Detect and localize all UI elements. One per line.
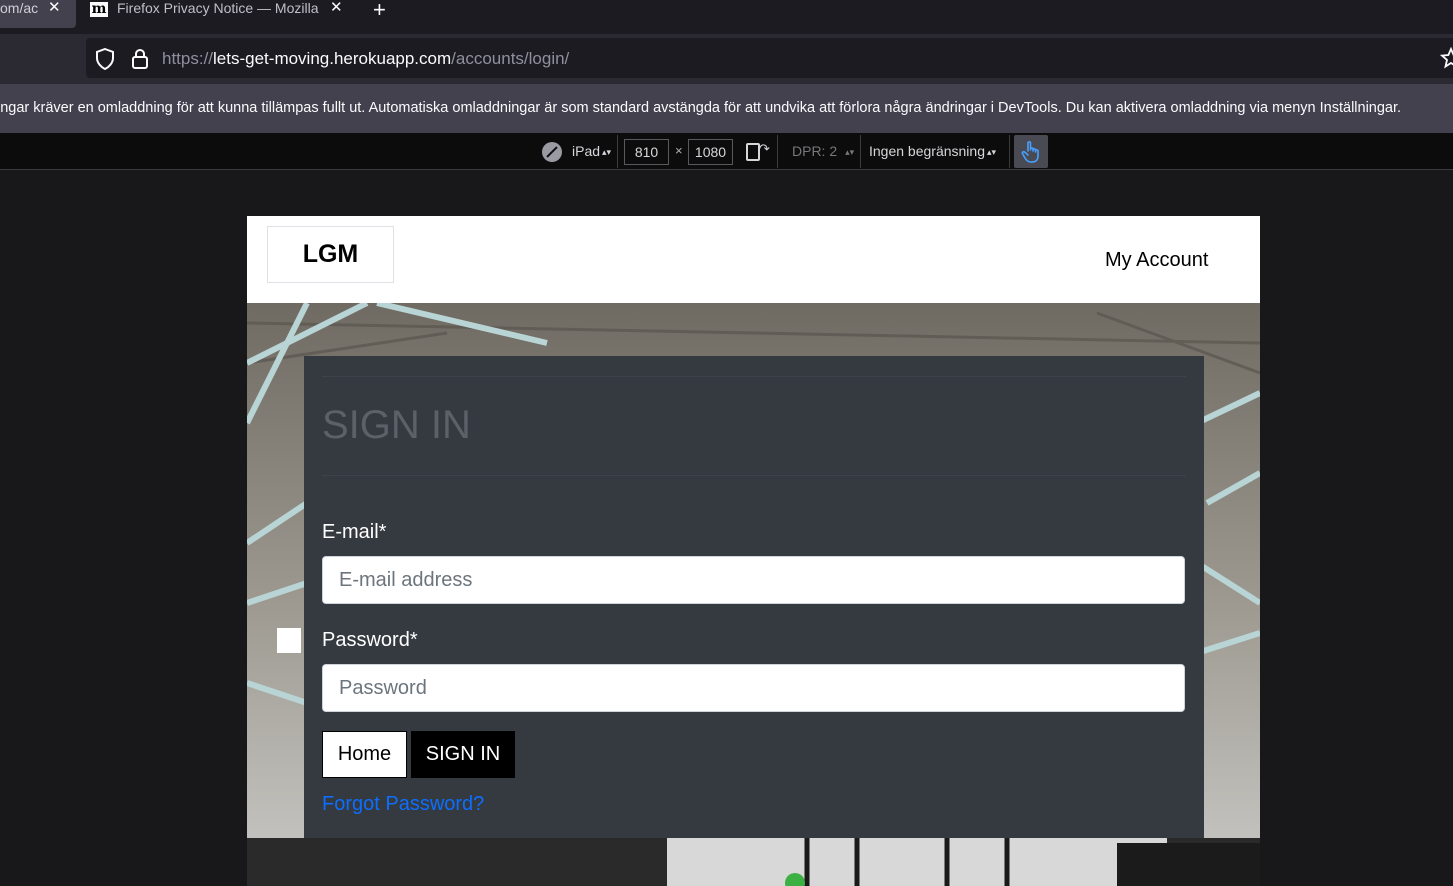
divider <box>617 135 618 168</box>
dimension-separator: × <box>675 143 683 158</box>
chevron-updown-icon: ▴▾ <box>845 147 855 157</box>
my-account-link[interactable]: My Account <box>1105 249 1208 272</box>
mozilla-favicon-icon: m <box>90 1 108 17</box>
throttle-value: Ingen begränsning <box>869 143 985 159</box>
device-name: iPad <box>572 143 601 159</box>
tab-title: om/ac <box>0 0 39 16</box>
rotate-viewport-icon[interactable] <box>746 141 770 161</box>
url-path: /accounts/login/ <box>451 49 570 68</box>
divider <box>1009 135 1010 168</box>
chevron-updown-icon: ▴▾ <box>987 147 997 157</box>
site-header: LGM My Account <box>247 216 1260 303</box>
divider <box>860 135 861 168</box>
password-field[interactable]: Password <box>322 664 1185 712</box>
touch-simulation-button[interactable] <box>1014 135 1048 168</box>
chevron-updown-icon: ▴▾ <box>602 147 612 157</box>
password-label: Password* <box>322 629 418 651</box>
navigation-toolbar: https://lets-get-moving.herokuapp.com/ac… <box>0 34 1453 84</box>
height-input[interactable]: 1080 <box>688 139 733 165</box>
tab-firefox-privacy[interactable]: m Firefox Privacy Notice — Mozilla ✕ <box>90 0 350 28</box>
forgot-password-link[interactable]: Forgot Password? <box>322 793 484 816</box>
dpr-selector[interactable]: DPR: 2 ▴▾ <box>792 143 854 159</box>
email-field[interactable]: E-mail address <box>322 556 1185 604</box>
lock-icon[interactable] <box>130 48 150 70</box>
device-selector[interactable]: iPad ▴▾ <box>572 143 611 159</box>
email-label: E-mail* <box>322 521 387 543</box>
tab-strip: om/ac ✕ m Firefox Privacy Notice — Mozil… <box>0 0 1453 34</box>
tab-title: Firefox Privacy Notice — Mozilla <box>117 0 319 16</box>
tab-active[interactable]: om/ac ✕ <box>0 0 76 28</box>
plus-icon[interactable]: + <box>373 0 386 23</box>
close-icon[interactable]: ✕ <box>330 0 343 15</box>
url-scheme: https:// <box>162 49 214 68</box>
signin-card: SIGN IN E-mail* E-mail address Password*… <box>304 356 1204 838</box>
responsive-design-toolbar: iPad▴▾ 810 × 1080 DPR: 2▴▾ Ingen begräns… <box>0 133 1453 170</box>
touch-hand-icon <box>1021 141 1039 163</box>
device-compass-icon <box>542 142 562 162</box>
url-text[interactable]: https://lets-get-moving.herokuapp.com/ac… <box>162 49 569 69</box>
shield-icon[interactable] <box>95 48 115 70</box>
divider <box>777 135 778 168</box>
signin-button[interactable]: SIGN IN <box>411 731 515 778</box>
home-button[interactable]: Home <box>322 731 407 778</box>
network-throttle-selector[interactable]: Ingen begränsning ▴▾ <box>869 143 996 159</box>
site-logo[interactable]: LGM <box>267 226 394 283</box>
web-page: LGM My Account SIGN IN E-mail* E-mail ad… <box>247 216 1260 886</box>
dpr-value: DPR: 2 <box>792 143 838 159</box>
bookmark-star-icon[interactable] <box>1440 47 1453 69</box>
reload-notification-bar: ingar kräver en omladdning för att kunna… <box>0 84 1453 133</box>
divider <box>322 475 1186 476</box>
width-input[interactable]: 810 <box>624 139 669 165</box>
close-icon[interactable]: ✕ <box>48 0 61 15</box>
divider <box>322 376 1186 377</box>
url-host: lets-get-moving.herokuapp.com <box>213 49 452 68</box>
notification-text: ingar kräver en omladdning för att kunna… <box>0 100 1402 116</box>
signin-heading: SIGN IN <box>322 403 471 447</box>
hero-background: SIGN IN E-mail* E-mail address Password*… <box>247 303 1260 886</box>
